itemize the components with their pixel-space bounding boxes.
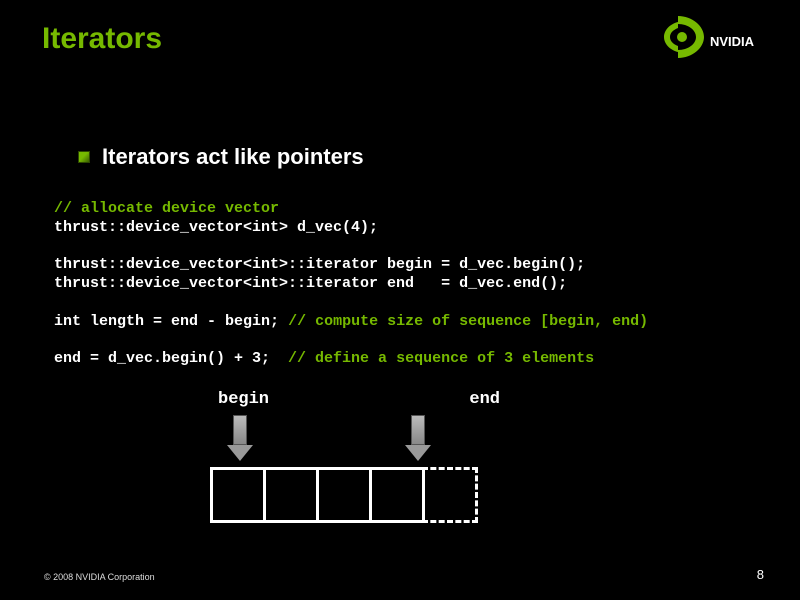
bullet-icon [78, 151, 90, 163]
slide-title: Iterators [42, 22, 162, 56]
vector-cell [369, 467, 425, 523]
page-number: 8 [757, 567, 764, 582]
nvidia-logo: NVIDIA [660, 16, 770, 58]
copyright: © 2008 NVIDIA Corporation [44, 572, 155, 582]
code-line: thrust::device_vector<int>::iterator beg… [54, 256, 585, 273]
vector-cell-end [422, 467, 478, 523]
arrow-begin [230, 415, 250, 461]
diagram: begin end [150, 390, 550, 523]
code-comment: // compute size of sequence [begin, end) [288, 313, 648, 330]
code-line: length = end - begin; [81, 313, 288, 330]
code-block: // allocate device vector thrust::device… [54, 200, 648, 369]
code-line: d_vec(4); [288, 219, 378, 236]
vector-boxes [150, 467, 550, 523]
code-comment: // allocate device vector [54, 200, 279, 217]
bullet-text: Iterators act like pointers [102, 144, 364, 170]
code-line: thrust::device_vector<int>::iterator end… [54, 275, 567, 292]
logo-text: NVIDIA [710, 34, 755, 49]
diagram-label-end: end [469, 390, 500, 409]
code-keyword: int [54, 313, 81, 330]
code-comment: // define a sequence of 3 elements [288, 350, 594, 367]
vector-cell [263, 467, 319, 523]
code-line: end = d_vec.begin() + 3; [54, 350, 288, 367]
vector-cell [316, 467, 372, 523]
arrow-end [408, 415, 428, 461]
bullet-row: Iterators act like pointers [78, 144, 364, 170]
code-line: thrust::device_vector<int> [54, 219, 288, 236]
diagram-label-begin: begin [218, 390, 269, 409]
vector-cell [210, 467, 266, 523]
